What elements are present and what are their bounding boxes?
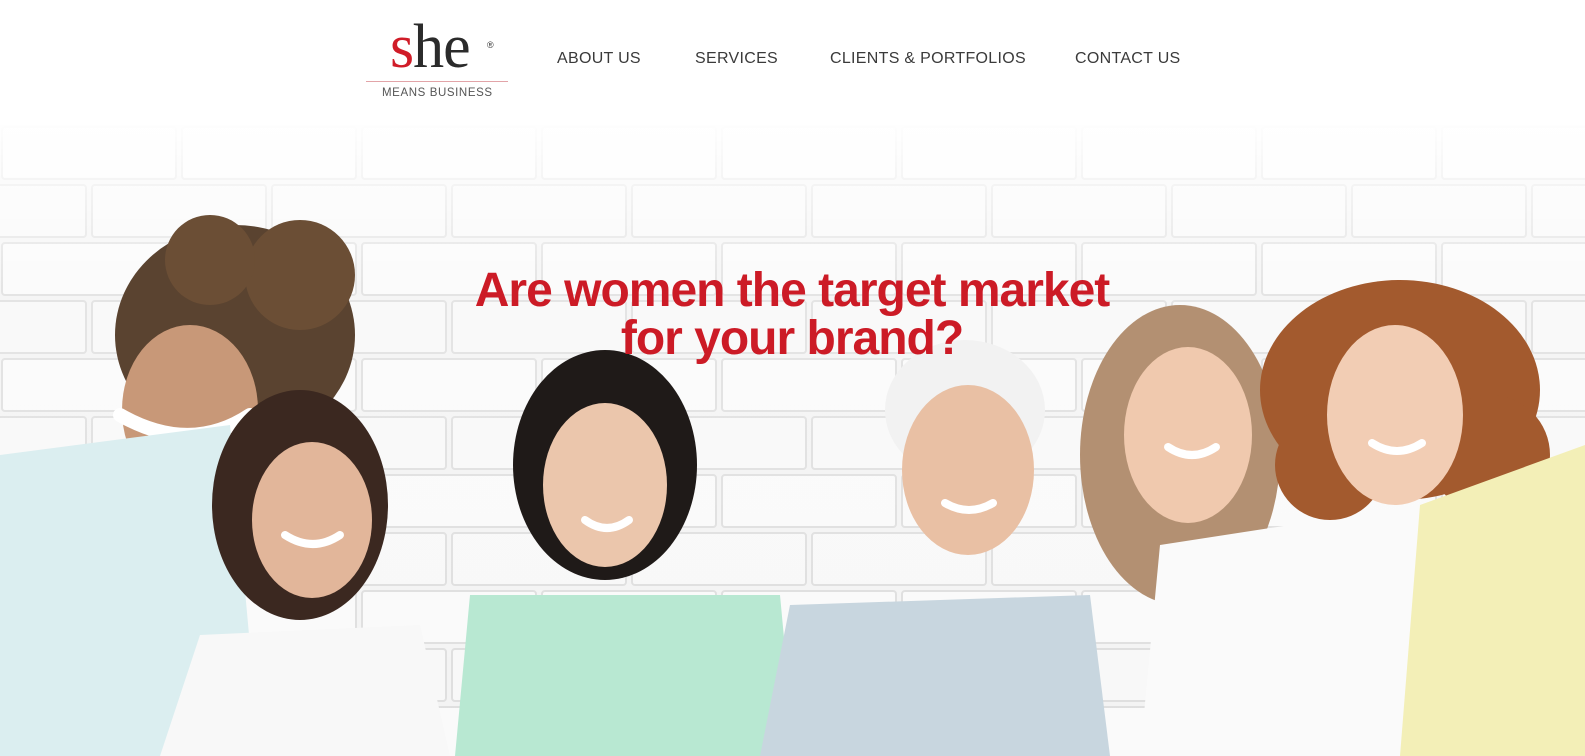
- hero-heading-line-1: Are women the target market: [474, 264, 1111, 317]
- site-header: she ® MEANS BUSINESS ABOUT US SERVICES C…: [0, 0, 1585, 125]
- nav-contact-us[interactable]: CONTACT US: [1075, 50, 1181, 68]
- nav-about-us[interactable]: ABOUT US: [557, 50, 641, 68]
- nav-clients-portfolios[interactable]: CLIENTS & PORTFOLIOS: [830, 50, 1026, 68]
- hero-section: Are women the target market for your bra…: [0, 125, 1585, 756]
- logo-wordmark: she: [390, 13, 471, 81]
- registered-mark: ®: [487, 40, 494, 50]
- nav-services[interactable]: SERVICES: [695, 50, 778, 68]
- woman-3-figure: [455, 350, 795, 756]
- hero-heading-line-2: for your brand?: [620, 312, 964, 365]
- hero-heading: Are women the target market for your bra…: [392, 267, 1192, 363]
- logo-tagline: MEANS BUSINESS: [382, 87, 493, 99]
- she-means-business-logo[interactable]: she ® MEANS BUSINESS: [366, 13, 510, 104]
- logo-divider: [366, 81, 508, 82]
- group-of-women-photo: [0, 215, 1585, 756]
- woman-4-figure: [760, 340, 1110, 756]
